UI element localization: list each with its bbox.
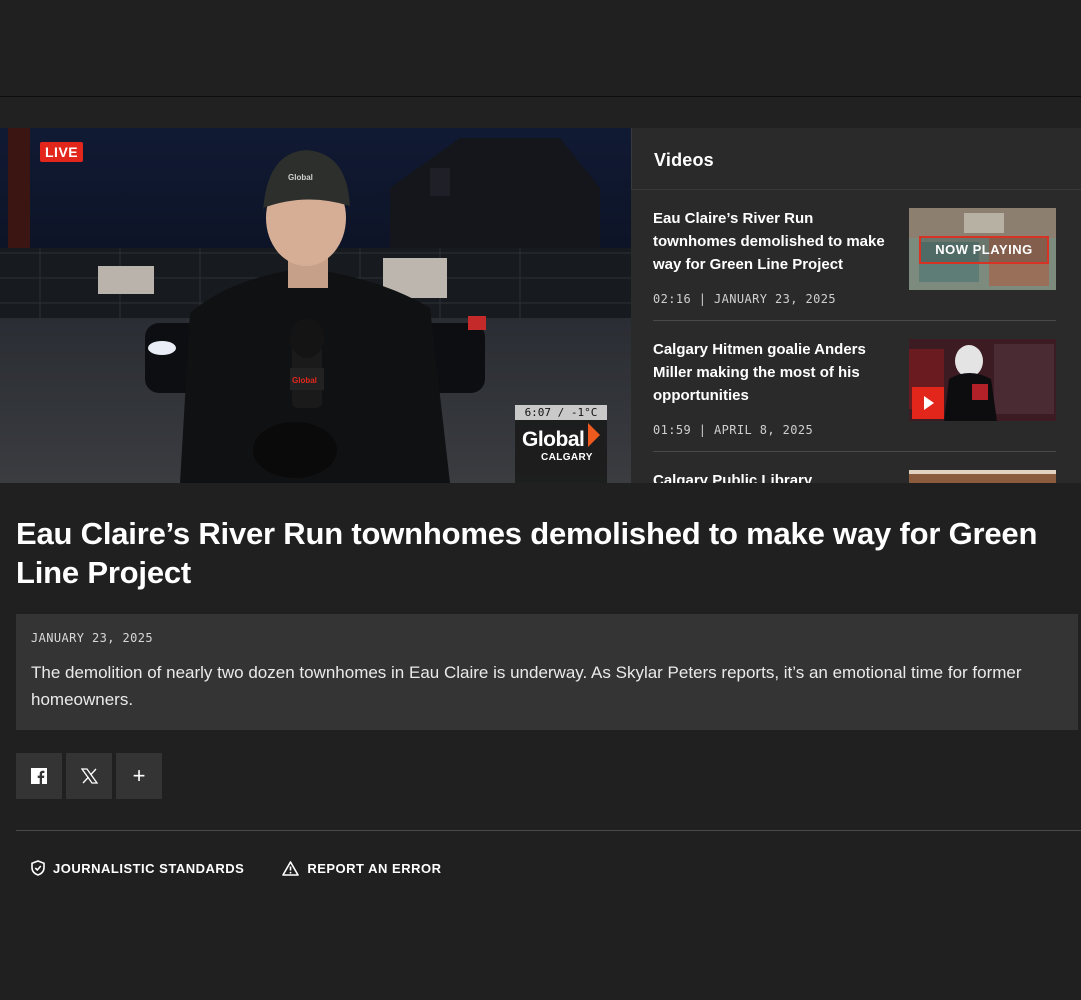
live-badge: LIVE: [40, 142, 84, 162]
svg-text:Global: Global: [288, 173, 313, 182]
article-headline: Eau Claire’s River Run townhomes demolis…: [16, 516, 1038, 590]
video-item-text: Calgary Hitmen goalie Anders Miller maki…: [653, 338, 893, 451]
facebook-icon: [31, 768, 47, 784]
facebook-share-button[interactable]: [16, 753, 62, 799]
global-calgary-logo: Global CALGARY: [515, 420, 607, 483]
time-temperature-readout: 6:07 / -1°C: [515, 405, 607, 420]
warning-icon: [282, 860, 300, 876]
video-player[interactable]: Global Global LIVE 6:07 / -1°C Global CA…: [0, 128, 631, 483]
logo-arrow-icon: [588, 423, 600, 447]
svg-text:Global: Global: [292, 376, 317, 385]
sidebar-header: Videos: [631, 128, 1081, 190]
play-icon[interactable]: [912, 387, 944, 419]
section-divider: [16, 830, 1081, 831]
plus-icon: +: [132, 763, 146, 788]
x-icon: [80, 768, 98, 784]
journalistic-standards-label: JOURNALISTIC STANDARDS: [53, 860, 245, 876]
share-buttons: +: [16, 753, 162, 799]
video-item-meta: 01:59 | APRIL 8, 2025: [653, 423, 814, 437]
thumbnail-image: [909, 470, 1056, 483]
video-item-meta: 02:16 | JANUARY 23, 2025: [653, 292, 836, 306]
video-list: Eau Claire’s River Run townhomes demolis…: [631, 190, 1081, 483]
article-description-box: JANUARY 23, 2025 The demolition of nearl…: [16, 614, 1078, 730]
report-error-link[interactable]: REPORT AN ERROR: [282, 860, 441, 876]
article-date: JANUARY 23, 2025: [31, 631, 153, 645]
video-list-item[interactable]: Calgary Public Library Foundation: [653, 452, 1056, 483]
video-item-text: Calgary Public Library Foundation: [653, 469, 893, 483]
sidebar-title: Videos: [654, 150, 714, 170]
x-share-button[interactable]: [66, 753, 112, 799]
video-item-title[interactable]: Calgary Hitmen goalie Anders Miller maki…: [653, 338, 893, 407]
video-thumbnail[interactable]: [909, 339, 1056, 421]
report-error-label: REPORT AN ERROR: [307, 860, 442, 876]
shield-check-icon: [31, 860, 45, 876]
now-playing-label: NOW PLAYING: [919, 236, 1049, 264]
video-item-title[interactable]: Calgary Public Library Foundation: [653, 469, 893, 483]
more-share-button[interactable]: +: [116, 753, 162, 799]
video-item-text: Eau Claire’s River Run townhomes demolis…: [653, 207, 893, 320]
video-list-item[interactable]: Eau Claire’s River Run townhomes demolis…: [653, 190, 1056, 321]
article-description: The demolition of nearly two dozen townh…: [31, 663, 1022, 709]
videos-sidebar: Videos Eau Claire’s River Run townhomes …: [631, 128, 1081, 483]
logo-station-text: CALGARY: [541, 452, 593, 463]
video-thumbnail[interactable]: [909, 470, 1056, 483]
logo-brand-text: Global: [522, 428, 585, 451]
article-footer-links: JOURNALISTIC STANDARDS REPORT AN ERROR: [31, 860, 441, 876]
bottom-area: [0, 904, 1081, 1000]
spacer-strip: [0, 98, 1081, 128]
top-bar: [0, 0, 1081, 97]
journalistic-standards-link[interactable]: JOURNALISTIC STANDARDS: [31, 860, 244, 876]
video-item-title[interactable]: Eau Claire’s River Run townhomes demolis…: [653, 207, 893, 276]
video-thumbnail[interactable]: NOW PLAYING: [909, 208, 1056, 290]
video-list-item[interactable]: Calgary Hitmen goalie Anders Miller maki…: [653, 321, 1056, 452]
